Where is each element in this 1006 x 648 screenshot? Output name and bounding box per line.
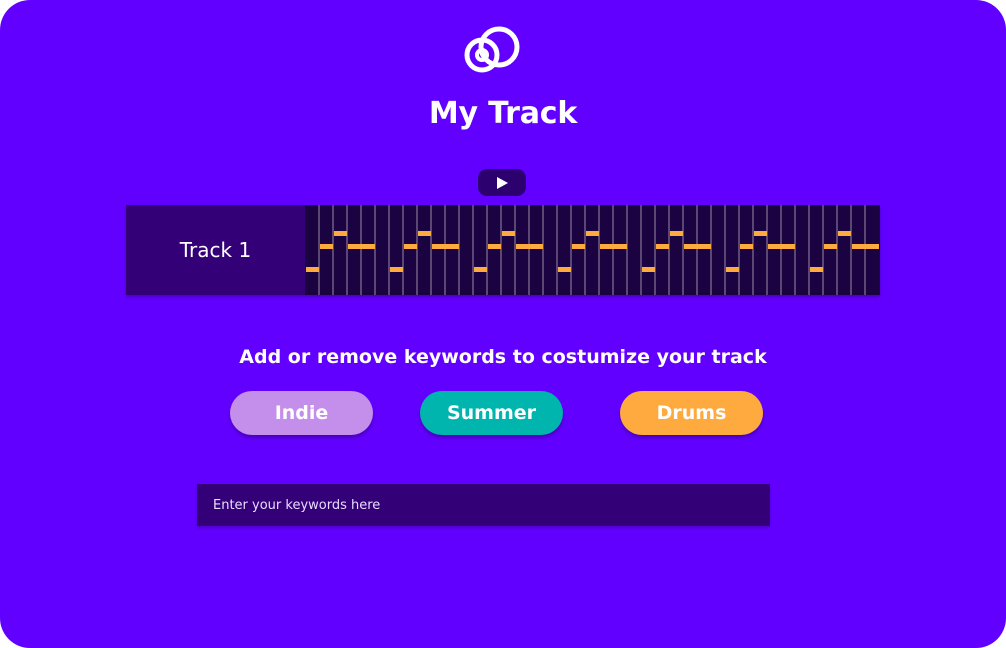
linked-circles-logo-icon (464, 26, 520, 73)
note-block[interactable] (502, 231, 515, 236)
note-block[interactable] (516, 244, 543, 249)
note-block[interactable] (726, 267, 739, 272)
note-block[interactable] (572, 244, 585, 249)
note-block[interactable] (684, 244, 711, 249)
note-block[interactable] (418, 231, 431, 236)
note-block[interactable] (390, 267, 403, 272)
note-block[interactable] (740, 244, 753, 249)
note-block[interactable] (488, 244, 501, 249)
note-block[interactable] (656, 244, 669, 249)
note-block[interactable] (306, 267, 319, 272)
note-block[interactable] (558, 267, 571, 272)
note-block[interactable] (334, 231, 347, 236)
keywords-input[interactable] (197, 484, 770, 526)
page-title: My Track (428, 96, 578, 131)
note-block[interactable] (404, 244, 417, 249)
keywords-prompt: Add or remove keywords to costumize your… (239, 346, 767, 368)
keyword-tag-summer[interactable]: Summer (420, 391, 563, 435)
note-block[interactable] (852, 244, 879, 249)
note-block[interactable] (586, 231, 599, 236)
note-block[interactable] (754, 231, 767, 236)
note-block[interactable] (824, 244, 837, 249)
track-row[interactable]: Track 1 (126, 205, 880, 295)
note-block[interactable] (642, 267, 655, 272)
note-block[interactable] (838, 231, 851, 236)
note-block[interactable] (348, 244, 375, 249)
note-block[interactable] (432, 244, 459, 249)
track-label: Track 1 (126, 205, 305, 295)
note-block[interactable] (810, 267, 823, 272)
play-icon (497, 176, 508, 189)
app-window: My Track Track 1 Add or remove keywords … (0, 0, 1006, 648)
note-grid[interactable] (305, 205, 880, 295)
note-block[interactable] (320, 244, 333, 249)
note-block[interactable] (474, 267, 487, 272)
keyword-tag-indie[interactable]: Indie (230, 391, 373, 435)
note-block[interactable] (670, 231, 683, 236)
keyword-tag-drums[interactable]: Drums (620, 391, 763, 435)
play-button[interactable] (478, 169, 526, 196)
note-block[interactable] (768, 244, 795, 249)
note-block[interactable] (600, 244, 627, 249)
